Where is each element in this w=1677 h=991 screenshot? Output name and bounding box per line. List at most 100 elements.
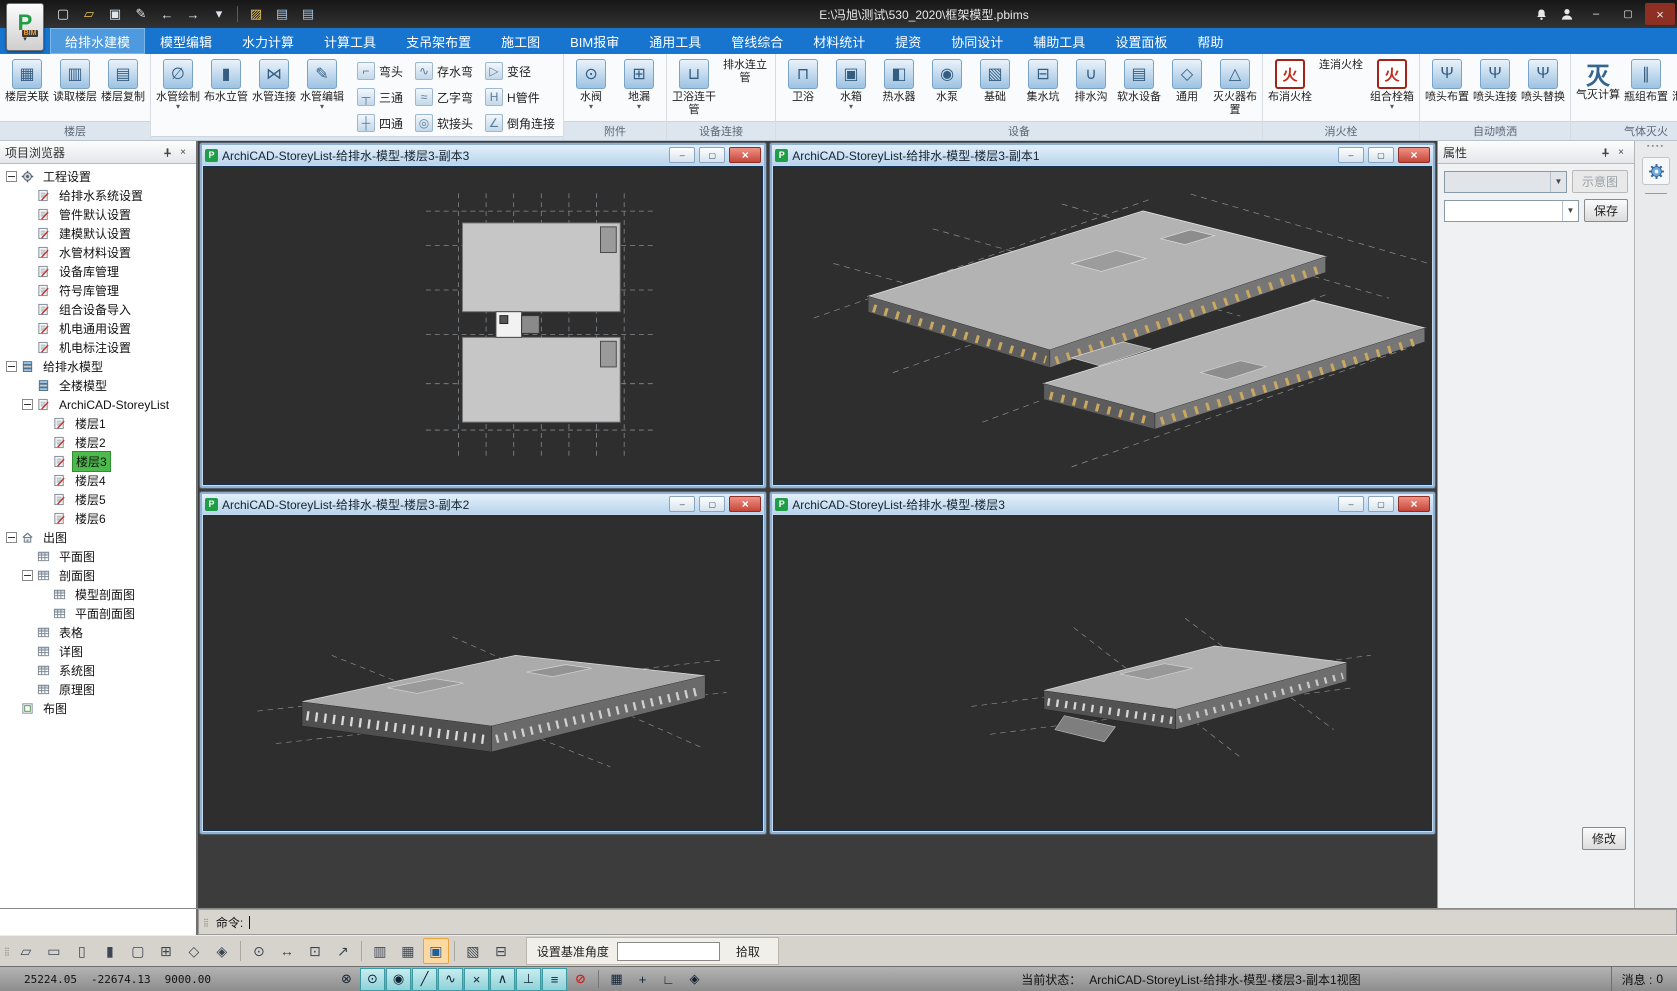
toolbar-options-button[interactable]: ▾ bbox=[208, 4, 230, 24]
tree-collapse-icon[interactable] bbox=[6, 361, 17, 372]
ribbon-button[interactable]: △灭火器布置 bbox=[1212, 57, 1258, 119]
ribbon-button[interactable]: 排水连立管 bbox=[719, 57, 771, 87]
tree-item[interactable]: 建模默认设置 bbox=[0, 224, 196, 243]
osnap-extension-button[interactable]: ≡ bbox=[542, 968, 567, 991]
plan-view-canvas[interactable] bbox=[203, 166, 763, 485]
view-box-button[interactable]: ▢ bbox=[125, 938, 151, 964]
grid-toggle-button[interactable]: ▦ bbox=[604, 968, 629, 991]
tree-item[interactable]: 详图 bbox=[0, 642, 196, 661]
tree-collapse-icon[interactable] bbox=[6, 171, 17, 182]
menu-tab[interactable]: 给排水建模 bbox=[50, 28, 145, 54]
perspective-view-canvas[interactable] bbox=[203, 515, 763, 831]
ribbon-small-button[interactable]: ▷变径 bbox=[481, 58, 559, 84]
ribbon-button[interactable]: Ψ喷头连接 bbox=[1472, 57, 1518, 106]
save-button[interactable]: ▣ bbox=[104, 4, 126, 24]
pick-button[interactable]: 拾取 bbox=[728, 941, 768, 962]
ribbon-button[interactable]: ⊔卫浴连干管 bbox=[671, 57, 717, 119]
ortho-button[interactable]: ∟ bbox=[656, 968, 681, 991]
tree-item[interactable]: 表格 bbox=[0, 623, 196, 642]
ribbon-small-button[interactable]: ⌐弯头 bbox=[353, 58, 407, 84]
export-report-2-button[interactable]: ▤ bbox=[297, 4, 319, 24]
tree-item[interactable]: 机电通用设置 bbox=[0, 319, 196, 338]
ribbon-small-button[interactable]: ┬三通 bbox=[353, 84, 407, 110]
tree-item[interactable]: 水管材料设置 bbox=[0, 243, 196, 262]
ribbon-small-button[interactable]: ◎软接头 bbox=[411, 110, 477, 136]
child-window-title-bar[interactable]: P ArchiCAD-StoreyList-给排水-模型-楼层3-副本3 bbox=[202, 145, 764, 165]
ribbon-button[interactable]: ▤软水设备 bbox=[1116, 57, 1162, 106]
tree-item[interactable]: 平面剖面图 bbox=[0, 604, 196, 623]
drag-grip-icon[interactable]: ⣿ bbox=[203, 918, 210, 927]
tree-item[interactable]: 机电标注设置 bbox=[0, 338, 196, 357]
tree-item[interactable]: 给排水系统设置 bbox=[0, 186, 196, 205]
ribbon-button[interactable]: ◉水泵 bbox=[924, 57, 970, 106]
modify-button[interactable]: 修改 bbox=[1582, 827, 1626, 850]
ribbon-button[interactable]: ▦楼层关联 bbox=[4, 57, 50, 106]
base-angle-input[interactable] bbox=[617, 942, 720, 961]
tree-item[interactable]: 楼层2 bbox=[0, 433, 196, 452]
save-as-button[interactable]: ✎ bbox=[130, 4, 152, 24]
tree-item[interactable]: 楼层5 bbox=[0, 490, 196, 509]
restore-child-button[interactable] bbox=[1368, 496, 1394, 512]
view-diamond-solid-button[interactable]: ◈ bbox=[209, 938, 235, 964]
ribbon-small-button[interactable]: HH管件 bbox=[481, 84, 559, 110]
tree-item[interactable]: 设备库管理 bbox=[0, 262, 196, 281]
menu-tab[interactable]: 提资 bbox=[880, 28, 936, 54]
ribbon-button[interactable]: ✎水管编辑▾ bbox=[299, 57, 345, 112]
settings-gear-button[interactable] bbox=[1642, 157, 1670, 185]
ribbon-small-button[interactable]: ∿存水弯 bbox=[411, 58, 477, 84]
view-hidden-line-button[interactable]: ▭ bbox=[41, 938, 67, 964]
ribbon-button[interactable]: 连消火栓 bbox=[1315, 57, 1367, 74]
maximize-window-button[interactable] bbox=[1613, 3, 1643, 25]
ribbon-button[interactable]: ⊙水阀▾ bbox=[568, 57, 614, 112]
tree-item[interactable]: 出图 bbox=[0, 528, 196, 547]
tree-item[interactable]: 楼层3 bbox=[0, 452, 196, 471]
ribbon-button[interactable]: Ψ喷头布置 bbox=[1424, 57, 1470, 106]
restore-child-button[interactable] bbox=[699, 496, 725, 512]
tree-item[interactable]: ArchiCAD-StoreyList bbox=[0, 395, 196, 414]
tree-item[interactable]: 系统图 bbox=[0, 661, 196, 680]
zoom-extents-button[interactable]: ↗ bbox=[330, 938, 356, 964]
property-style-combo[interactable]: ▼ bbox=[1444, 200, 1579, 222]
pin-panel-button[interactable] bbox=[1597, 144, 1613, 160]
close-child-button[interactable] bbox=[1398, 496, 1430, 512]
tree-collapse-icon[interactable] bbox=[22, 399, 33, 410]
ribbon-button[interactable]: ▤楼层复制 bbox=[100, 57, 146, 106]
view-wireframe-button[interactable]: ▱ bbox=[13, 938, 39, 964]
child-window-title-bar[interactable]: P ArchiCAD-StoreyList-给排水-模型-楼层3 bbox=[772, 494, 1433, 514]
tree-item[interactable]: 工程设置 bbox=[0, 167, 196, 186]
messages-cell[interactable]: 消息 : 0 bbox=[1611, 967, 1677, 991]
notification-bell-icon[interactable] bbox=[1529, 3, 1553, 25]
view-layout-button[interactable]: ⊞ bbox=[153, 938, 179, 964]
zoom-window-button[interactable]: ⊡ bbox=[302, 938, 328, 964]
snap-style-button[interactable]: ⊗ bbox=[334, 968, 359, 991]
menu-tab[interactable]: 支吊架布置 bbox=[391, 28, 486, 54]
user-account-icon[interactable] bbox=[1555, 3, 1579, 25]
tree-item[interactable]: 模型剖面图 bbox=[0, 585, 196, 604]
app-menu-button[interactable]: P BIM ▾ bbox=[6, 3, 44, 51]
strip-grip-handle[interactable]: ▪▪▪▪ bbox=[1647, 143, 1665, 151]
tree-item[interactable]: 楼层1 bbox=[0, 414, 196, 433]
ribbon-button[interactable]: ∅水管绘制▾ bbox=[155, 57, 201, 112]
save-property-button[interactable]: 保存 bbox=[1584, 199, 1628, 222]
osnap-intersection-button[interactable]: × bbox=[464, 968, 489, 991]
close-child-button[interactable] bbox=[729, 496, 761, 512]
ribbon-button[interactable]: 火布消火栓 bbox=[1267, 57, 1313, 106]
minimize-child-button[interactable] bbox=[1338, 147, 1364, 163]
tree-item[interactable]: 符号库管理 bbox=[0, 281, 196, 300]
ribbon-button[interactable]: ◇通用 bbox=[1164, 57, 1210, 106]
ribbon-button[interactable]: ◧热水器 bbox=[876, 57, 922, 106]
no-snap-button[interactable]: ⊘ bbox=[568, 968, 593, 991]
ribbon-button[interactable]: ⊓卫浴 bbox=[780, 57, 826, 106]
view-diamond-button[interactable]: ◇ bbox=[181, 938, 207, 964]
ribbon-button[interactable]: ⋈水管连接 bbox=[251, 57, 297, 106]
child-window-title-bar[interactable]: P ArchiCAD-StoreyList-给排水-模型-楼层3-副本2 bbox=[202, 494, 764, 514]
tree-item[interactable]: 楼层6 bbox=[0, 509, 196, 528]
close-panel-button[interactable]: × bbox=[175, 144, 191, 160]
ribbon-button[interactable]: 火组合栓箱▾ bbox=[1369, 57, 1415, 112]
osnap-perpendicular-button[interactable]: ⊥ bbox=[516, 968, 541, 991]
tree-item[interactable]: 组合设备导入 bbox=[0, 300, 196, 319]
view-shaded-edges-button[interactable]: ▯ bbox=[69, 938, 95, 964]
ribbon-button[interactable]: ▦泄压装置 bbox=[1671, 57, 1677, 106]
ribbon-button[interactable]: ∪排水沟 bbox=[1068, 57, 1114, 106]
ribbon-small-button[interactable]: ┼四通 bbox=[353, 110, 407, 136]
